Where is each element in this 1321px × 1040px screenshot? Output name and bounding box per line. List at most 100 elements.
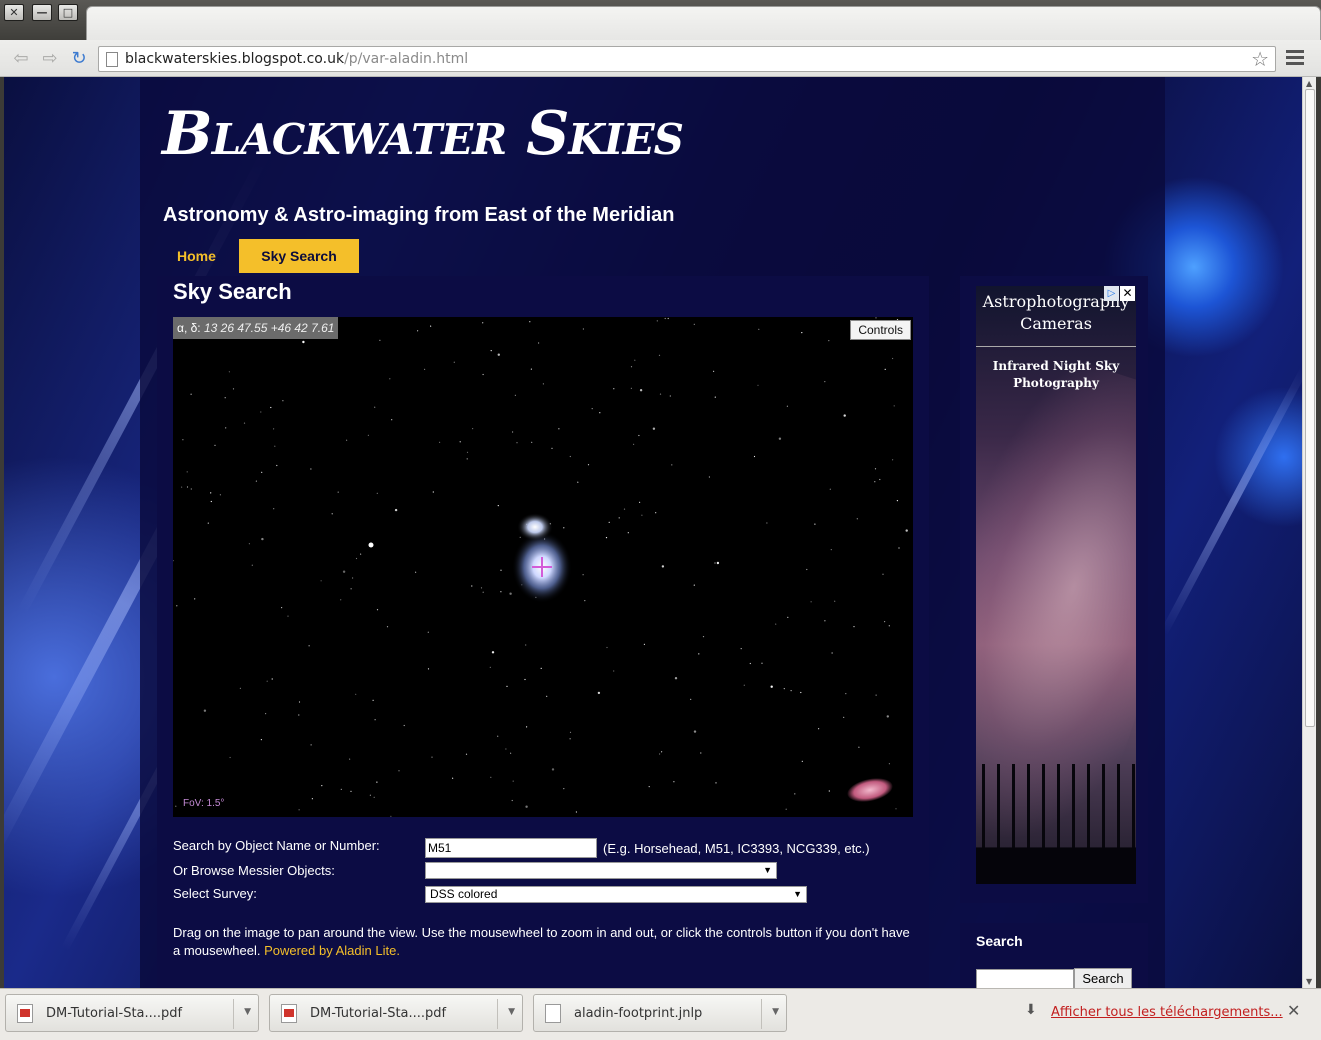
browser-tab[interactable] — [86, 6, 1321, 42]
star — [634, 359, 636, 361]
sidebar-ad-widget: Astrophotography Cameras Infrared Night … — [960, 276, 1148, 903]
chevron-down-icon[interactable]: ▼ — [244, 1007, 251, 1017]
star — [340, 788, 342, 790]
download-item[interactable]: DM-Tutorial-Sta....pdf ▼ — [269, 994, 523, 1032]
star — [875, 694, 877, 696]
star — [828, 790, 830, 792]
star — [525, 644, 527, 646]
star — [713, 370, 715, 372]
star — [308, 645, 310, 647]
star — [506, 685, 508, 687]
star — [530, 368, 532, 370]
messier-select[interactable]: ▼ — [425, 862, 777, 879]
star — [886, 715, 889, 718]
survey-select[interactable]: DSS colored ▼ — [425, 886, 807, 903]
star — [652, 427, 656, 430]
star — [355, 557, 358, 560]
star — [190, 393, 192, 395]
advertisement[interactable]: Astrophotography Cameras Infrared Night … — [976, 286, 1136, 884]
star — [512, 780, 514, 782]
star — [693, 584, 695, 586]
star — [482, 322, 484, 324]
star — [175, 805, 177, 807]
scroll-thumb[interactable] — [1305, 89, 1315, 727]
star — [321, 785, 323, 787]
star — [551, 447, 553, 449]
star — [459, 441, 461, 443]
scroll-down-icon[interactable]: ▼ — [1306, 977, 1312, 986]
star — [638, 434, 640, 437]
bookmark-star-icon[interactable]: ☆ — [1251, 47, 1269, 71]
star — [505, 748, 507, 750]
star — [490, 776, 492, 778]
object-search-input[interactable] — [425, 838, 597, 858]
star — [373, 796, 375, 798]
browser-menu-icon[interactable] — [1286, 50, 1304, 66]
star — [874, 481, 876, 483]
star — [551, 768, 555, 771]
forward-icon[interactable]: ⇨ — [39, 48, 61, 70]
star — [630, 366, 633, 368]
back-icon[interactable]: ⇦ — [10, 48, 32, 70]
star — [229, 756, 231, 759]
minimize-window-button[interactable]: — — [32, 4, 52, 21]
close-downloads-icon[interactable]: ✕ — [1287, 1001, 1300, 1020]
star — [331, 513, 333, 515]
page-scrollbar[interactable]: ▲ ▼ — [1302, 77, 1316, 988]
star — [845, 693, 847, 695]
ad-choices-icon[interactable]: ▷ — [1104, 286, 1119, 301]
star — [228, 371, 230, 373]
chevron-down-icon[interactable]: ▼ — [772, 1007, 779, 1017]
star — [801, 332, 803, 334]
ad-subtitle[interactable]: Infrared Night Sky Photography — [976, 358, 1136, 392]
nav-tab-sky-search[interactable]: Sky Search — [239, 239, 359, 273]
star — [540, 667, 542, 669]
download-divider — [761, 999, 762, 1029]
star — [243, 422, 246, 424]
star — [239, 687, 241, 689]
star — [219, 494, 221, 496]
scroll-up-icon[interactable]: ▲ — [1306, 79, 1312, 88]
star — [500, 591, 502, 593]
ad-close-icon[interactable]: ✕ — [1120, 286, 1135, 301]
star — [655, 512, 657, 514]
sidebar-search-input[interactable] — [976, 969, 1074, 988]
star — [173, 560, 174, 562]
nav-tab-home[interactable]: Home — [156, 239, 237, 273]
star — [386, 626, 389, 628]
star — [896, 500, 899, 502]
show-all-downloads-link[interactable]: Afficher tous les téléchargements... — [1051, 1005, 1283, 1020]
star — [176, 605, 178, 607]
url-host: blackwaterskies.blogspot.co.uk — [125, 51, 345, 67]
address-bar[interactable]: blackwaterskies.blogspot.co.uk/p/var-ala… — [98, 46, 1276, 72]
sidebar-search-button[interactable]: Search — [1074, 968, 1132, 988]
fov-label: FoV: 1.5° — [183, 798, 225, 809]
reload-icon[interactable]: ↻ — [68, 48, 90, 70]
star — [892, 357, 894, 360]
star — [298, 714, 300, 716]
star — [693, 323, 695, 325]
star — [500, 569, 502, 571]
star — [639, 501, 641, 503]
close-window-button[interactable]: ✕ — [4, 4, 24, 21]
star — [698, 653, 700, 655]
star — [439, 441, 441, 443]
download-item[interactable]: DM-Tutorial-Sta....pdf ▼ — [5, 994, 259, 1032]
star — [282, 400, 284, 402]
star — [512, 431, 514, 433]
maximize-window-button[interactable]: □ — [58, 4, 78, 21]
star — [613, 388, 615, 390]
star — [674, 677, 678, 680]
blog-title[interactable]: Blackwater Skies — [162, 99, 684, 169]
aladin-lite-link[interactable]: Powered by Aladin Lite. — [264, 943, 400, 958]
star — [349, 758, 351, 760]
download-item[interactable]: aladin-footprint.jnlp ▼ — [533, 994, 787, 1032]
chevron-down-icon[interactable]: ▼ — [508, 1007, 515, 1017]
star — [661, 565, 665, 568]
star — [190, 488, 192, 490]
star — [466, 458, 468, 460]
aladin-sky-viewer[interactable]: α, δ: 13 26 47.55 +46 42 7.61 Controls F… — [173, 317, 913, 817]
controls-button[interactable]: Controls — [850, 320, 911, 340]
star — [210, 500, 212, 503]
star — [207, 522, 209, 524]
